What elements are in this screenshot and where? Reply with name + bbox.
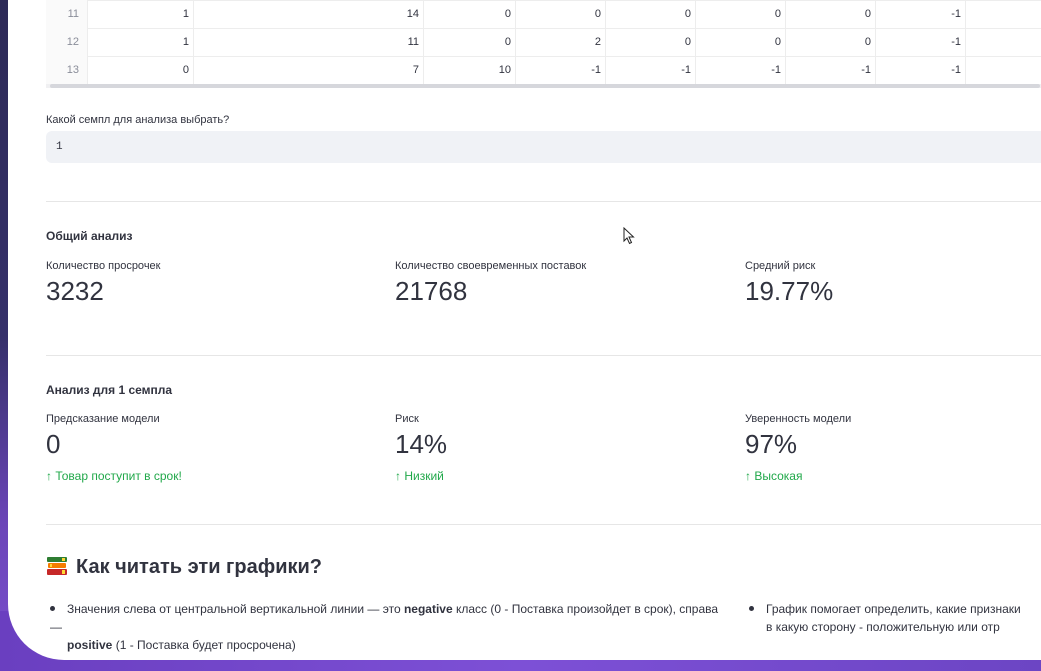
table-cell: 7 (194, 56, 424, 84)
sample-select-value: 1 (56, 141, 63, 153)
divider (46, 355, 1041, 356)
bullet-left-line2: (1 - Поставка будет просрочена) (112, 638, 296, 652)
table-cell: 0 (424, 28, 516, 56)
divider (46, 201, 1041, 202)
table-cell: -1 (876, 56, 966, 84)
bullet-right-text: График помогает определить, какие призна… (766, 602, 1021, 616)
row-index: 11 (46, 0, 88, 28)
table-cell: 0 (786, 28, 876, 56)
table-cell: 0 (696, 28, 786, 56)
table-cell: 0 (424, 0, 516, 28)
table-cell: 1 (88, 28, 194, 56)
table-cell: -1 (606, 56, 696, 84)
mouse-cursor-icon (623, 227, 635, 245)
table-cell: 0 (606, 0, 696, 28)
books-icon (47, 557, 67, 575)
table-cell: -1 (786, 56, 876, 84)
metric-delta-confidence: ↑ Высокая (745, 469, 803, 483)
table-cell: -1 (516, 56, 606, 84)
table-cell: 1 (88, 0, 194, 28)
help-heading: Как читать эти графики? (46, 556, 322, 579)
metric-label-risk: Риск (395, 413, 419, 425)
table-cell: 11 (194, 28, 424, 56)
data-table[interactable]: 1022100700-11111400000-11211102000-11307… (46, 0, 1041, 85)
bullet-dot (749, 606, 754, 611)
bullet-left-text-a: Значения слева от центральной вертикальн… (67, 602, 404, 616)
sample-select-label: Какой семпл для анализа выбрать? (46, 114, 230, 126)
metric-value-prediction: 0 (46, 429, 61, 459)
metric-delta-risk: ↑ Низкий (395, 469, 444, 483)
divider (46, 524, 1041, 525)
metric-value-ontime: 21768 (395, 276, 468, 306)
table-cell: -1 (696, 56, 786, 84)
metric-value-risk: 14% (395, 429, 448, 459)
table-cell: -1 (876, 0, 966, 28)
table-cell: 0 (786, 0, 876, 28)
table-row[interactable]: 11 1 14 0 0 0 0 0 -1 (46, 0, 1041, 29)
row-index: 13 (46, 56, 88, 84)
metric-delta-prediction: ↑ Товар поступит в срок! (46, 469, 182, 483)
table-scrollbar[interactable] (46, 84, 1041, 88)
table-cell: 0 (696, 0, 786, 28)
bullet-right: График помогает определить, какие призна… (749, 600, 1041, 636)
overall-title: Общий анализ (46, 229, 133, 243)
table-cell: 10 (424, 56, 516, 84)
table-cell: 0 (88, 56, 194, 84)
table-cell: 0 (606, 28, 696, 56)
metric-value-avg-risk: 19.77% (745, 276, 834, 306)
row-index: 12 (46, 28, 88, 56)
sample-analysis-title: Анализ для 1 семпла (46, 383, 173, 397)
table-cell: 0 (516, 0, 606, 28)
table-cell: 14 (194, 0, 424, 28)
bullet-right-line2: в какую сторону - положительную или отр (766, 620, 1000, 634)
bullet-left-bold: negative (403, 602, 453, 616)
table-cell: 2 (516, 28, 606, 56)
sample-select-input[interactable]: 1 (46, 131, 1041, 163)
metric-value-confidence: 97% (745, 429, 798, 459)
metric-label-confidence: Уверенность модели (745, 413, 852, 425)
table-row[interactable]: 12 1 11 0 2 0 0 0 -1 (46, 28, 1041, 57)
app-panel: 1022100700-11111400000-11211102000-11307… (8, 0, 1041, 660)
bullet-left: Значения слева от центральной вертикальн… (50, 600, 730, 654)
help-title: Как читать эти графики? (76, 556, 323, 578)
bullet-left-line2-bold: positive (67, 638, 113, 652)
metric-label-avg-risk: Средний риск (745, 260, 816, 272)
table-row[interactable]: 13 0 7 10 -1 -1 -1 -1 -1 (46, 56, 1041, 84)
metric-label-prediction: Предсказание модели (46, 413, 160, 425)
scrollbar-thumb[interactable] (50, 84, 1040, 88)
metric-label-delays: Количество просрочек (46, 260, 161, 272)
metric-label-ontime: Количество своевременных поставок (395, 260, 587, 272)
bullet-dot (50, 606, 55, 611)
metric-value-delays: 3232 (46, 276, 104, 306)
table-cell: -1 (876, 28, 966, 56)
